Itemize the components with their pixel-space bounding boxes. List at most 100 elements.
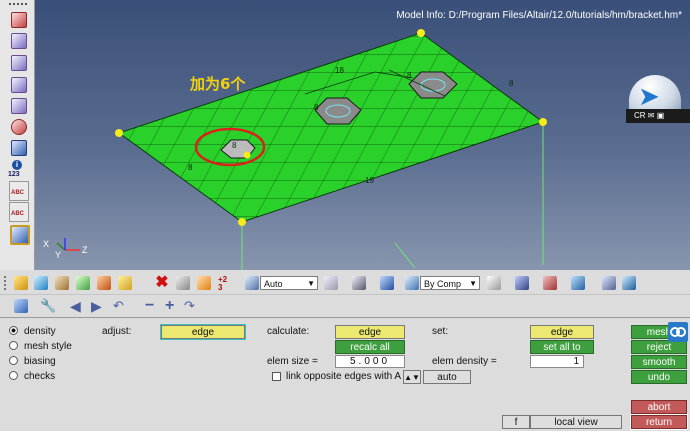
edge-count-label: 8 — [188, 163, 193, 172]
delete-icon[interactable]: ✖ — [155, 275, 169, 291]
return-button[interactable]: return — [630, 414, 688, 430]
abc-up-icon[interactable]: ABC — [9, 181, 29, 201]
undo-view-icon[interactable]: ↶ — [113, 299, 127, 313]
toolbar-grip — [4, 276, 8, 290]
shaded-icon[interactable] — [324, 276, 338, 290]
local-view-button[interactable]: local view — [530, 415, 622, 429]
import-icon[interactable] — [34, 276, 48, 290]
edge-count-label: 19 — [365, 176, 374, 185]
left-toolbar: i 123 ABC ABC — [0, 0, 35, 270]
display-mode-select[interactable]: Auto ▼ — [260, 276, 318, 290]
export-icon[interactable] — [76, 276, 90, 290]
undo-button[interactable]: undo — [631, 370, 687, 384]
plane-icon[interactable] — [543, 276, 557, 290]
radio-label: biasing — [24, 356, 56, 367]
model-icon[interactable] — [11, 12, 27, 28]
save-icon[interactable] — [55, 276, 69, 290]
automesh-panel: density mesh style biasing checks adjust… — [0, 318, 690, 431]
link-edges-label: link opposite edges with A — [286, 371, 402, 382]
elem-size-value: 5.000 — [350, 356, 391, 367]
solver-icon[interactable] — [97, 276, 111, 290]
elem-size-label: elem size = — [267, 356, 318, 367]
elem-density-label: elem density = — [432, 356, 497, 367]
view-icon[interactable] — [10, 225, 30, 245]
reject-button[interactable]: reject — [631, 340, 687, 354]
open-model-icon[interactable] — [14, 276, 28, 290]
abc-down-label: ABC — [11, 211, 24, 217]
display-mode-icon[interactable] — [245, 276, 259, 290]
smooth-button[interactable]: smooth — [631, 355, 687, 369]
f-button[interactable]: f — [502, 415, 530, 429]
dots — [9, 3, 27, 7]
wrench-icon[interactable]: 🔧 — [40, 299, 56, 313]
radio-dot — [9, 355, 18, 365]
set-edge-button[interactable]: edge — [530, 325, 594, 339]
logo-bar: CR ✉ ▣ — [626, 109, 690, 123]
auto-button[interactable]: auto — [423, 370, 471, 384]
target-icon[interactable] — [11, 119, 27, 135]
mesh-icon[interactable] — [11, 77, 27, 93]
panel-link-icon[interactable] — [668, 322, 688, 342]
graphics-viewport[interactable]: 18 8 8 8 8 19 8 X Y Z Model Info: D:/Pro… — [35, 0, 690, 270]
color-mode-value: By Comp — [424, 279, 462, 289]
radio-label: checks — [24, 371, 56, 382]
set-label: set: — [432, 326, 449, 337]
node[interactable] — [243, 151, 251, 159]
elem-size-field[interactable]: 5.000 — [335, 355, 405, 368]
axis-y-label: Y — [55, 250, 61, 260]
layout-icon[interactable] — [14, 299, 28, 313]
binoculars-icon[interactable] — [11, 140, 27, 156]
plus-icon[interactable]: + — [165, 298, 179, 314]
folder-icon[interactable] — [118, 276, 132, 290]
link-edges-toggle[interactable]: ▲▼ — [403, 370, 421, 384]
elem-density-field[interactable]: 1 — [530, 355, 584, 368]
color-mode-select[interactable]: By Comp ▼ — [420, 276, 480, 290]
abc-up-label: ABC — [11, 190, 24, 196]
monitor-icon[interactable] — [622, 276, 636, 290]
shell-icon[interactable] — [571, 276, 585, 290]
node[interactable] — [539, 118, 547, 126]
wireframe-icon[interactable] — [352, 276, 366, 290]
radio-mesh-style[interactable]: mesh style — [9, 340, 72, 352]
cube-icon[interactable] — [380, 276, 394, 290]
abort-button[interactable]: abort — [631, 400, 687, 414]
edge-count-label: 8 — [407, 71, 412, 80]
edge-count-label: 18 — [335, 66, 344, 75]
bird-icon: ➤ — [638, 81, 660, 111]
element-icon[interactable] — [11, 55, 27, 71]
logo-text: CR — [634, 111, 646, 120]
arrow-left-icon[interactable]: ◀ — [70, 299, 84, 313]
mask-icon[interactable] — [176, 276, 190, 290]
mesh-canvas: 18 8 8 8 8 19 8 X Y Z — [43, 29, 547, 270]
calculate-edge-button[interactable]: edge — [335, 325, 405, 339]
info-icon[interactable]: i — [12, 160, 22, 170]
arrow-right-icon[interactable]: ▶ — [91, 299, 105, 313]
mesh-view-icon[interactable] — [487, 276, 501, 290]
chevron-down-icon: ▼ — [469, 279, 477, 288]
grid-icon[interactable] — [11, 98, 27, 114]
minus-icon[interactable]: − — [145, 298, 159, 314]
radio-density[interactable]: density — [9, 325, 56, 337]
adjust-edge-button[interactable]: edge — [160, 324, 246, 340]
recalc-all-button[interactable]: recalc all — [335, 340, 405, 354]
radio-checks[interactable]: checks — [9, 370, 56, 382]
redo-view-icon[interactable]: ↷ — [184, 299, 198, 313]
renumber-icon[interactable]: +2 3 — [218, 276, 232, 292]
node-display-icon[interactable] — [602, 276, 616, 290]
set-all-to-button[interactable]: set all to — [530, 340, 594, 354]
link-edges-checkbox[interactable] — [272, 372, 281, 381]
radio-biasing[interactable]: biasing — [9, 355, 56, 367]
radio-dot — [9, 370, 18, 380]
abc-down-icon[interactable]: ABC — [9, 202, 29, 222]
node[interactable] — [238, 218, 246, 226]
color-mode-icon[interactable] — [405, 276, 419, 290]
element-color-icon[interactable] — [515, 276, 529, 290]
altair-logo: ➤ CR ✉ ▣ — [626, 75, 690, 125]
mesh-grid — [119, 33, 543, 222]
node[interactable] — [115, 129, 123, 137]
radio-dot — [9, 325, 18, 335]
component-icon[interactable] — [11, 33, 27, 49]
node[interactable] — [417, 29, 425, 37]
copy-icon[interactable] — [197, 276, 211, 290]
chevron-down-icon: ▼ — [307, 279, 315, 288]
